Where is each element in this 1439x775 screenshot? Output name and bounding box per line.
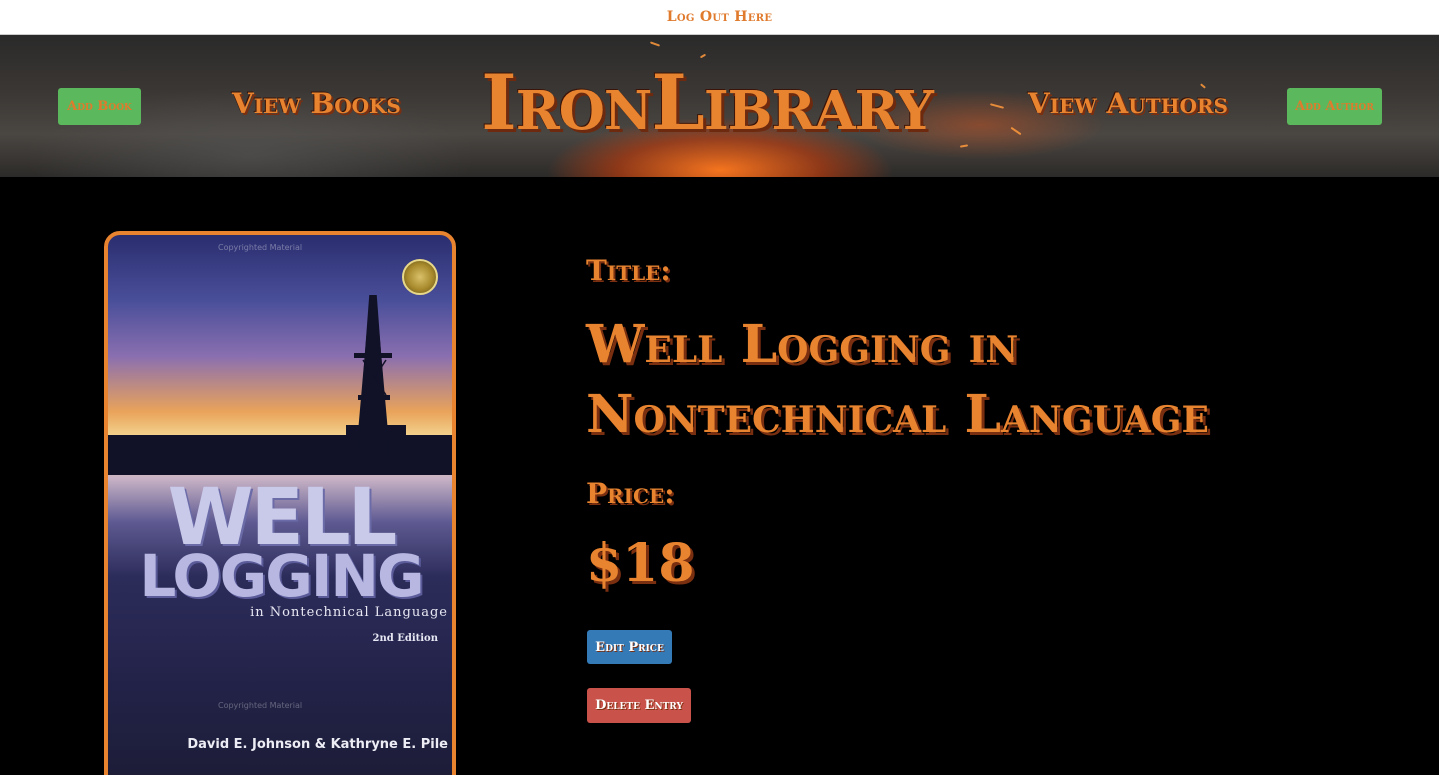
spark-decoration — [649, 41, 661, 47]
site-header: Add Book View Books IronLibrary View Aut… — [0, 35, 1439, 177]
spark-decoration — [989, 103, 1005, 109]
title-label: Title: — [586, 254, 671, 287]
book-title: Well Logging in Nontechnical Language — [586, 314, 1209, 445]
delete-entry-button[interactable]: Delete Entry — [587, 688, 691, 723]
cover-watermark: Copyrighted Material — [218, 243, 303, 252]
book-cover-image: Copyrighted Material WELL LOGGING in Non… — [104, 231, 456, 775]
add-book-button[interactable]: Add Book — [58, 88, 141, 125]
top-bar: Log Out Here — [0, 0, 1439, 35]
cover-authors: David E. Johnson & Kathryne E. Pile — [187, 737, 448, 752]
seal-icon — [402, 259, 438, 295]
spark-decoration — [1010, 126, 1022, 136]
view-authors-link[interactable]: View Authors — [1028, 87, 1228, 120]
cover-edition: 2nd Edition — [372, 633, 438, 644]
cover-title-logging: LOGGING — [139, 542, 424, 610]
cover-subtitle: in Nontechnical Language — [250, 605, 448, 620]
book-price: $18 — [586, 533, 695, 594]
logout-link[interactable]: Log Out Here — [667, 9, 773, 25]
cover-watermark: Copyrighted Material — [218, 701, 303, 710]
price-label: Price: — [586, 477, 675, 510]
site-logo[interactable]: IronLibrary — [462, 47, 952, 157]
spark-decoration — [959, 144, 969, 148]
add-author-button[interactable]: Add Author — [1287, 88, 1382, 125]
edit-price-button[interactable]: Edit Price — [587, 630, 672, 664]
view-books-link[interactable]: View Books — [232, 87, 401, 120]
